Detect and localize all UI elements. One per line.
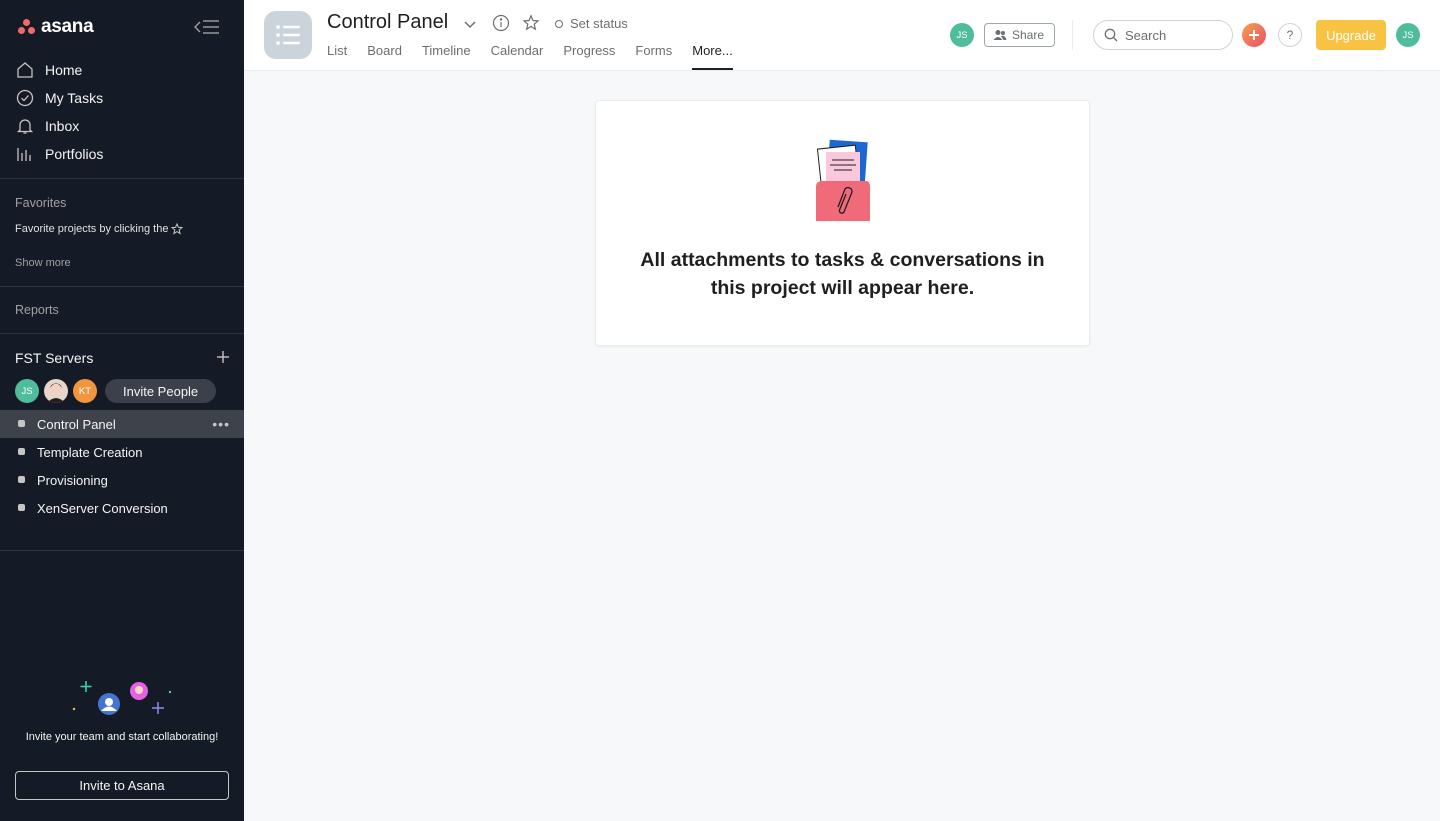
project-item-xenserver-conversion[interactable]: XenServer Conversion [0,494,244,522]
favorites-hint-text: Favorite projects by clicking the [15,223,169,235]
sidebar-divider [0,286,244,287]
asana-logo-icon [18,19,35,35]
user-avatar[interactable]: JS [1396,23,1420,47]
avatar[interactable]: KT [73,379,97,403]
project-list-icon[interactable] [264,11,312,59]
tab-more[interactable]: More... [692,43,733,70]
search-input[interactable]: Search [1093,20,1233,50]
project-color-dot [18,476,25,483]
nav-inbox-label: Inbox [45,118,80,134]
star-icon[interactable] [522,14,540,32]
nav-my-tasks[interactable]: My Tasks [0,84,244,112]
search-icon [1104,28,1118,42]
project-color-dot [18,420,25,427]
favorites-heading[interactable]: Favorites [15,196,66,210]
status-circle-icon [555,19,563,28]
tab-progress[interactable]: Progress [563,43,615,70]
attachment-folder-illustration [816,139,870,221]
invite-people-button[interactable]: Invite People [105,379,217,403]
nav-my-tasks-label: My Tasks [45,90,104,106]
project-color-dot [18,504,25,511]
reports-link[interactable]: Reports [15,303,59,317]
project-item-control-panel[interactable]: Control Panel ••• [0,410,244,438]
share-label: Share [1012,28,1045,42]
team-members: JS KT Invite People [15,379,217,403]
project-label: Template Creation [37,444,143,460]
chevron-down-icon[interactable] [462,16,478,32]
attachments-empty-state: All attachments to tasks & conversations… [595,100,1090,346]
main-nav: Home My Tasks Inbox Portfolios [0,56,244,168]
set-status-label: Set status [570,16,628,31]
nav-home[interactable]: Home [0,56,244,84]
sidebar: asana Home My Tasks Inbox Portfolios Fav… [0,0,244,821]
collapse-sidebar-icon[interactable] [193,18,221,36]
sidebar-divider [0,550,244,551]
tab-calendar[interactable]: Calendar [491,43,544,70]
avatar-photo[interactable] [44,379,68,403]
avatar[interactable]: JS [15,379,39,403]
brand-name: asana [41,16,94,37]
tab-forms[interactable]: Forms [635,43,672,70]
check-circle-icon [16,89,34,107]
project-item-template-creation[interactable]: Template Creation [0,438,244,466]
favorites-hint: Favorite projects by clicking the [15,223,184,235]
plus-icon [1249,30,1259,40]
project-color-dot [18,448,25,455]
nav-portfolios[interactable]: Portfolios [0,140,244,168]
info-icon[interactable] [492,14,510,32]
project-header: Control Panel Set status List Board Time… [244,0,1440,71]
nav-home-label: Home [45,62,83,78]
toolbar-divider [1072,20,1073,50]
bell-icon [16,119,34,134]
search-placeholder: Search [1125,27,1167,43]
home-icon [17,62,33,78]
sidebar-divider [0,333,244,334]
nav-portfolios-label: Portfolios [45,146,104,162]
nav-inbox[interactable]: Inbox [0,112,244,140]
project-title[interactable]: Control Panel [327,11,448,34]
star-icon [171,223,184,235]
help-button[interactable]: ? [1278,23,1302,47]
tab-list[interactable]: List [327,43,347,70]
set-status-button[interactable]: Set status [555,16,628,31]
project-tabs: List Board Timeline Calendar Progress Fo… [327,43,753,70]
project-label: Control Panel [37,416,116,432]
upgrade-button[interactable]: Upgrade [1316,20,1386,50]
show-more-link[interactable]: Show more [15,257,71,269]
invite-prompt: Invite your team and start collaborating… [25,731,219,743]
bar-chart-icon [17,148,31,161]
sidebar-divider [0,178,244,179]
tab-board[interactable]: Board [367,43,402,70]
project-owner-avatar[interactable]: JS [950,23,974,47]
tab-timeline[interactable]: Timeline [422,43,471,70]
project-label: Provisioning [37,472,108,488]
list-icon [276,25,300,45]
project-list: Control Panel ••• Template Creation Prov… [0,410,244,522]
invite-team-illustration [72,681,172,715]
project-item-provisioning[interactable]: Provisioning [0,466,244,494]
share-button[interactable]: Share [984,23,1056,47]
asana-logo[interactable]: asana [18,16,94,38]
more-options-icon[interactable]: ••• [212,416,230,432]
people-icon [993,30,1007,40]
project-label: XenServer Conversion [37,500,168,516]
quick-add-button[interactable] [1242,23,1266,47]
invite-to-asana-button[interactable]: Invite to Asana [15,771,229,800]
empty-state-message: All attachments to tasks & conversations… [640,249,1045,299]
team-name[interactable]: FST Servers [15,350,93,366]
add-project-icon[interactable] [215,349,231,365]
